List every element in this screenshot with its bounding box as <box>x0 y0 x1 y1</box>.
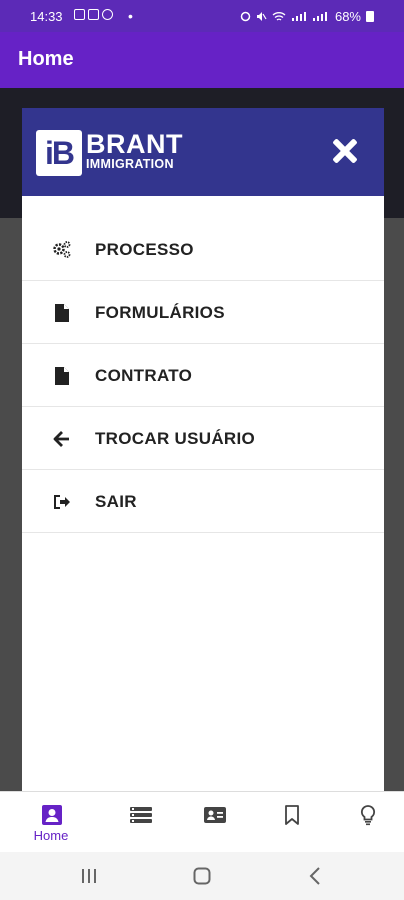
bookmark-icon <box>285 805 299 825</box>
bottom-navigation: Home <box>0 791 404 852</box>
app-bar: Home <box>0 32 404 88</box>
more-notifications-dot-icon: • <box>128 8 133 24</box>
nav-item-list[interactable] <box>100 792 180 853</box>
menu-item-trocar-usuario[interactable]: TROCAR USUÁRIO <box>22 407 384 470</box>
list-icon <box>130 807 152 823</box>
user-square-icon <box>42 805 62 825</box>
sign-out-icon <box>54 495 70 509</box>
nav-item-id-card[interactable] <box>174 792 254 853</box>
mute-icon <box>256 12 267 21</box>
status-notification-icons <box>74 9 113 20</box>
youtube-icon <box>88 9 99 20</box>
notification-icon <box>102 9 113 20</box>
wifi-icon <box>272 12 286 21</box>
menu-drawer: iB BRANT IMMIGRATION PROCESSO FORMULÁRIO… <box>22 108 384 791</box>
recent-apps-icon[interactable] <box>79 866 99 886</box>
logo-monogram: iB <box>36 130 82 176</box>
drawer-menu: PROCESSO FORMULÁRIOS CONTRATO TROCAR USU… <box>22 218 384 533</box>
close-icon[interactable] <box>332 138 358 164</box>
logo-brand: BRANT <box>86 129 183 159</box>
lte-signal-icon <box>312 12 327 21</box>
status-bar: 14:33 • 68% <box>0 0 404 32</box>
brand-logo: iB BRANT IMMIGRATION <box>36 129 198 176</box>
menu-item-label: TROCAR USUÁRIO <box>95 429 256 448</box>
arrow-left-icon <box>53 431 69 447</box>
menu-item-label: PROCESSO <box>95 240 194 259</box>
gears-icon <box>53 241 71 258</box>
battery-icon <box>366 11 374 22</box>
menu-item-processo[interactable]: PROCESSO <box>22 218 384 281</box>
menu-item-sair[interactable]: SAIR <box>22 470 384 533</box>
status-time: 14:33 <box>30 9 63 24</box>
system-navigation-bar <box>0 852 404 900</box>
page-title: Home <box>18 48 74 70</box>
gallery-icon <box>74 9 85 20</box>
file-icon <box>55 367 69 385</box>
nav-item-tips[interactable] <box>327 792 404 853</box>
alarm-icon <box>240 11 251 22</box>
home-icon[interactable] <box>192 866 212 886</box>
back-icon[interactable] <box>306 866 326 886</box>
lightbulb-icon <box>360 805 376 826</box>
nav-item-label: Home <box>33 828 69 843</box>
menu-item-label: SAIR <box>95 492 137 511</box>
file-icon <box>55 304 69 322</box>
menu-item-contrato[interactable]: CONTRATO <box>22 344 384 407</box>
menu-item-label: FORMULÁRIOS <box>95 303 225 322</box>
lte-signal-icon <box>291 12 306 21</box>
menu-item-label: CONTRATO <box>95 366 193 385</box>
nav-item-bookmark[interactable] <box>251 792 331 853</box>
logo-subtitle: IMMIGRATION <box>86 157 174 171</box>
drawer-header: iB BRANT IMMIGRATION <box>22 108 384 196</box>
status-system-icons: 68% <box>240 9 374 24</box>
id-card-icon <box>204 807 226 823</box>
battery-percent: 68% <box>334 9 361 24</box>
menu-item-formularios[interactable]: FORMULÁRIOS <box>22 281 384 344</box>
nav-item-home[interactable]: Home <box>11 792 91 853</box>
